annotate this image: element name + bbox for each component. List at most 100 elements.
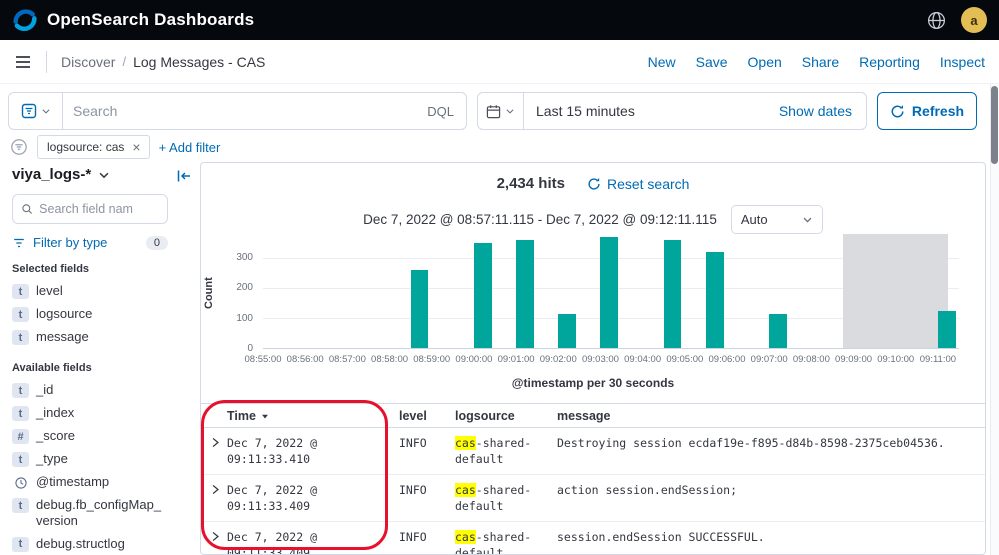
expand-row-button[interactable] [209,530,227,548]
toolbar-action-new[interactable]: New [648,54,676,70]
opensearch-home-link[interactable]: OpenSearch Dashboards [12,7,254,33]
expand-row-button[interactable] [209,436,227,454]
toolbar-action-inspect[interactable]: Inspect [940,54,985,70]
hits-number: 2,434 [497,175,535,192]
globe-icon[interactable] [926,10,947,31]
x-axis-title: @timestamp per 30 seconds [201,376,985,390]
x-axis-tick-label: 09:02:00 [540,354,577,365]
breadcrumb-discover[interactable]: Discover [61,54,115,70]
histogram-bar[interactable] [474,243,492,348]
histogram-bar[interactable] [938,311,956,349]
y-axis-tick-label: 200 [236,282,253,293]
field-item-message[interactable]: tmessage [12,326,184,349]
histogram-chart[interactable] [263,234,959,349]
toolbar-action-reporting[interactable]: Reporting [859,54,920,70]
histogram-bar[interactable] [411,270,429,348]
x-axis-tick-label: 09:09:00 [835,354,872,365]
search-input[interactable] [63,93,415,129]
discover-results-panel: 2,434 hits Reset search Dec 7, 2022 @ 08… [200,162,986,555]
time-cell: Dec 7, 2022 @ 09:11:33.410 [227,435,399,467]
x-axis-tick-label: 09:05:00 [666,354,703,365]
column-header-message[interactable]: message [557,409,985,423]
histogram-bar[interactable] [769,314,787,349]
column-header-logsource[interactable]: logsource [455,409,557,423]
user-avatar[interactable]: a [961,7,987,33]
expand-chevron-icon [209,436,222,449]
column-header-level[interactable]: level [399,409,455,423]
interval-select[interactable]: Auto [731,205,823,234]
histogram-bar[interactable] [516,240,534,348]
toolbar-action-share[interactable]: Share [802,54,839,70]
hits-count: 2,434 hits [497,175,565,192]
histogram-bar[interactable] [600,237,618,348]
refresh-icon [890,104,905,119]
x-axis-tick-label: 09:04:00 [624,354,661,365]
selected-fields-heading: Selected fields [12,263,184,275]
toolbar-action-save[interactable]: Save [696,54,728,70]
string-field-icon: t [12,330,29,345]
field-name: debug.fb_configMap_version [36,497,162,530]
calendar-button[interactable] [478,93,524,129]
saved-query-button[interactable] [9,93,63,129]
x-axis-tick-label: 09:06:00 [709,354,746,365]
histogram-bar[interactable] [664,240,682,348]
filter-set-icon[interactable] [10,138,28,156]
logsource-cell: cas-shared-default [455,482,557,514]
search-icon [21,202,33,216]
opensearch-logo-icon [12,7,38,33]
field-item-logsource[interactable]: tlogsource [12,303,184,326]
field-item-level[interactable]: tlevel [12,280,184,303]
page-scrollbar[interactable] [990,84,999,555]
brand-title: OpenSearch Dashboards [47,10,254,30]
scrollbar-thumb[interactable] [991,86,998,164]
x-axis-tick-label: 08:59:00 [413,354,450,365]
index-pattern-name: viya_logs-* [12,166,91,183]
hits-label: hits [538,175,565,192]
filter-pill-logsource[interactable]: logsource: cas × [37,135,150,159]
refresh-button[interactable]: Refresh [877,92,977,130]
message-cell: Destroying session ecdaf19e-f895-d84b-85… [557,435,985,451]
collapse-sidebar-button[interactable] [176,168,192,189]
field-item-@timestamp[interactable]: @timestamp [12,471,184,494]
table-row: Dec 7, 2022 @ 09:11:33.409INFOcas-shared… [201,522,985,555]
field-name: _type [36,451,68,467]
remove-filter-icon[interactable]: × [128,139,144,155]
logsource-cell: cas-shared-default [455,529,557,555]
message-cell: session.endSession SUCCESSFUL. [557,529,985,545]
calendar-icon [486,104,501,119]
field-item-debug.fb_configMap_version[interactable]: tdebug.fb_configMap_version [12,494,184,533]
field-item-_id[interactable]: t_id [12,379,184,402]
chevron-down-icon [802,214,813,225]
menu-button[interactable] [14,53,32,71]
filter-by-type-toggle[interactable]: Filter by type 0 [12,235,168,250]
x-axis-tick-label: 09:08:00 [793,354,830,365]
field-item-_type[interactable]: t_type [12,448,184,471]
level-cell: INFO [399,482,455,498]
x-axis-tick-label: 08:55:00 [245,354,282,365]
time-range-row: Dec 7, 2022 @ 08:57:11.115 - Dec 7, 2022… [201,205,985,234]
column-header-time[interactable]: Time [227,409,399,423]
reset-search-button[interactable]: Reset search [587,176,689,192]
time-cell: Dec 7, 2022 @ 09:11:33.409 [227,529,399,555]
chevron-down-icon [505,106,515,116]
show-dates-link[interactable]: Show dates [765,93,866,129]
time-range-value[interactable]: Last 15 minutes [524,93,647,129]
message-cell: action session.endSession; [557,482,985,498]
sort-descending-icon[interactable] [260,411,270,421]
available-fields-list: t_idt_index#_scoret_type@timestamptdebug… [12,379,184,555]
brand-sub: Dashboards [154,10,254,29]
index-pattern-selector[interactable]: viya_logs-* [12,166,162,183]
field-item-_index[interactable]: t_index [12,402,184,425]
query-language-button[interactable]: DQL [415,93,466,129]
filter-pill-label: logsource: cas [47,140,124,154]
field-item-debug.structlog[interactable]: tdebug.structlog [12,533,184,555]
toolbar-action-open[interactable]: Open [748,54,782,70]
field-item-_score[interactable]: #_score [12,425,184,448]
histogram-bar[interactable] [558,314,576,349]
expand-row-button[interactable] [209,483,227,501]
histogram-bar[interactable] [706,252,724,348]
add-filter-link[interactable]: + Add filter [159,140,221,155]
highlighted-term: cas [455,436,476,450]
collapse-sidebar-icon [176,168,192,184]
field-search-input[interactable] [39,202,159,216]
